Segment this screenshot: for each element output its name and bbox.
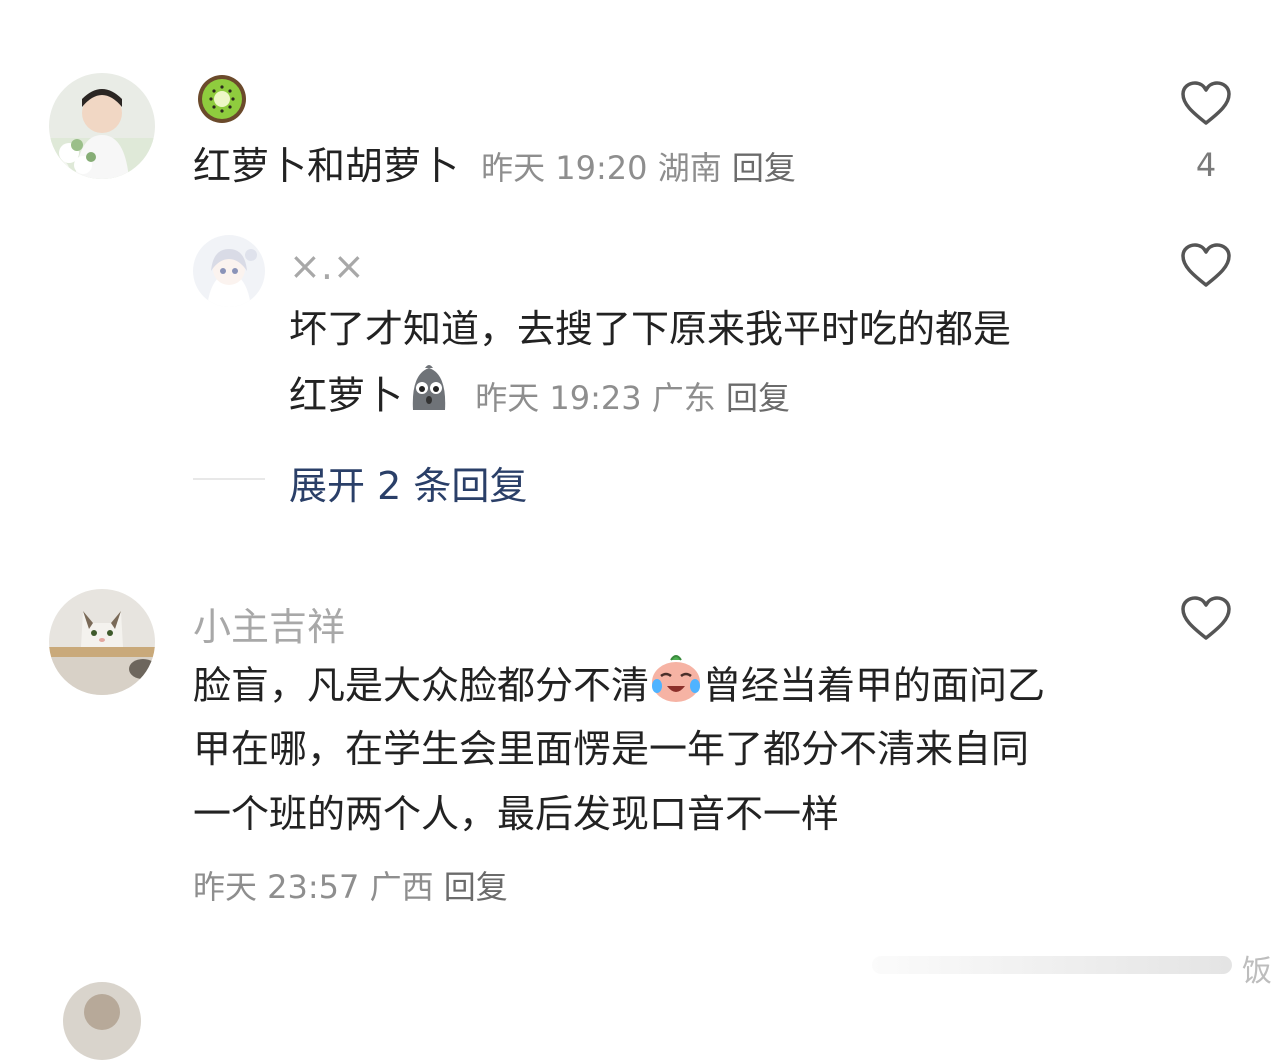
expand-replies-button[interactable]: 展开 2 条回复 <box>289 455 527 510</box>
comment-meta: 昨天 23:57 广西 回复 <box>193 862 508 908</box>
comment-location: 广东 <box>651 378 716 417</box>
avatar[interactable] <box>49 589 155 695</box>
comment-meta: 昨天 19:20 湖南 回复 <box>481 149 796 187</box>
commenter-name[interactable]: 小主吉祥 <box>193 596 345 651</box>
kiwi-emoji <box>196 73 248 125</box>
avatar[interactable] <box>63 982 141 1060</box>
comment-meta: 昨天 19:23 广东 回复 <box>465 379 790 417</box>
comment-text: 脸盲，凡是大众脸都分不清 曾经当着甲的面问乙 <box>193 652 1045 724</box>
comment-text: 红萝卜 昨天 19:23 广东 回复 <box>289 362 790 434</box>
divider <box>193 478 265 480</box>
comment-text: 坏了才知道，去搜了下原来我平时吃的都是 <box>289 307 1012 351</box>
reply-button[interactable]: 回复 <box>444 868 508 906</box>
comment-time: 昨天 23:57 <box>193 868 360 906</box>
crying-laughing-emoji <box>649 652 703 724</box>
comment-time: 昨天 19:20 <box>481 149 648 187</box>
watermark-text: 饭 <box>1242 954 1272 989</box>
avatar[interactable] <box>193 235 265 307</box>
comment-location: 湖南 <box>657 149 722 187</box>
like-heart-icon[interactable] <box>1180 595 1232 645</box>
commenter-name[interactable]: ×.× <box>289 244 365 288</box>
reply-button[interactable]: 回复 <box>732 149 796 187</box>
watermark: 饭 <box>872 946 1284 989</box>
comment-text: 甲在哪，在学生会里面愣是一年了都分不清来自同 <box>193 727 1030 771</box>
like-count: 4 <box>1195 146 1217 184</box>
comment-text: 一个班的两个人，最后发现口音不一样 <box>193 792 840 836</box>
like-heart-icon[interactable] <box>1180 80 1232 130</box>
comment-text: 红萝卜和胡萝卜 昨天 19:20 湖南 回复 <box>193 144 796 188</box>
reply-button[interactable]: 回复 <box>726 379 790 417</box>
avatar[interactable] <box>49 73 155 179</box>
like-heart-icon[interactable] <box>1180 242 1232 292</box>
ghost-face-emoji <box>403 362 455 434</box>
comment-time: 昨天 19:23 <box>475 378 642 417</box>
comment-location: 广西 <box>369 868 434 906</box>
